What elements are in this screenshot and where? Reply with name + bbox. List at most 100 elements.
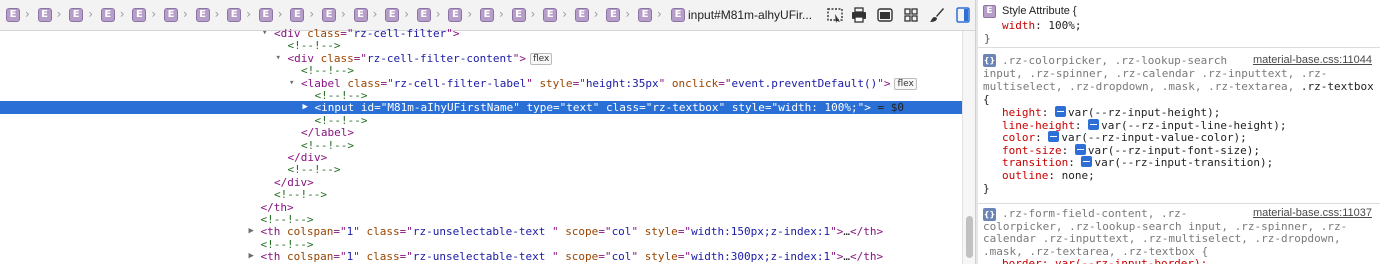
breadcrumb-separator-icon: › [277, 7, 283, 21]
breadcrumb-element-badge[interactable]: E [164, 8, 178, 22]
breadcrumb-element-badge[interactable]: E [69, 8, 84, 22]
dom-node-text: <!--!--> [301, 64, 354, 78]
source-link[interactable]: material-base.css:11044 [1253, 54, 1372, 67]
breadcrumb-element-badge[interactable]: E [511, 8, 526, 22]
prop-value[interactable]: 100%; [1048, 19, 1081, 32]
breadcrumb-element-badge[interactable]: E [132, 8, 147, 22]
breadcrumb-element-badge[interactable]: E [480, 8, 494, 22]
breadcrumb-element-badge[interactable]: E [6, 8, 20, 22]
breadcrumb-element-badge[interactable]: E [322, 8, 336, 22]
dom-node-text: <!--!--> [314, 89, 368, 102]
scrollbar-thumb[interactable] [966, 216, 973, 258]
breadcrumb-element-badge[interactable]: E [100, 8, 115, 22]
dom-node-text: <!--!--> [301, 138, 354, 152]
css-rule-1: {} material-base.css:11044 .rz-colorpick… [978, 48, 1380, 204]
brush-icon[interactable] [928, 6, 946, 24]
dom-scrollbar[interactable] [962, 31, 975, 264]
flex-badge[interactable]: flex [894, 77, 917, 90]
dom-node-text: <label class="rz-cell-filter-label" styl… [301, 77, 917, 90]
breadcrumb-element-badge[interactable]: E [574, 8, 589, 22]
rule-open-brace: { [983, 93, 990, 106]
breadcrumb-separator-icon: › [309, 7, 315, 21]
style-attribute-section: E Style Attribute { width: 100%; } [978, 0, 1380, 48]
expand-triangle-icon[interactable]: ▶ [249, 225, 254, 238]
expand-triangle-icon[interactable]: ▶ [303, 101, 308, 114]
breadcrumb-current[interactable]: input#M81m-alhyUFir... [688, 7, 812, 23]
dom-node-text: <input id="M81m-aIhyUFirstName" type="te… [314, 101, 905, 115]
css-declaration[interactable]: transition: var(--rz-input-transition); [1002, 156, 1273, 169]
breadcrumb-element-badge[interactable]: E [37, 8, 52, 22]
dom-node-text: <!--!--> [274, 188, 327, 202]
breadcrumb-separator-icon: › [467, 7, 473, 21]
sidebar-toggle-icon[interactable] [954, 6, 972, 24]
breadcrumb-separator-icon: › [183, 7, 188, 21]
rule-close-brace: } [984, 32, 991, 45]
breadcrumb-element-badge[interactable]: E [416, 8, 431, 22]
flex-badge[interactable]: flex [529, 52, 553, 65]
breadcrumb-separator-icon: › [499, 7, 504, 21]
source-link[interactable]: material-base.css:11037 [1253, 207, 1372, 220]
breadcrumb-separator-icon: › [562, 7, 567, 21]
collapse-triangle-icon[interactable]: ▾ [262, 27, 267, 40]
breadcrumb-element-badge[interactable]: E [606, 8, 621, 22]
rule-selector[interactable]: .mask, .rz-textarea, .rz-textbox { [983, 245, 1208, 258]
style-attr-declaration[interactable]: width: 100%; [1002, 19, 1082, 32]
rule-close-brace: } [983, 182, 990, 195]
expand-triangle-icon[interactable]: ▶ [249, 250, 254, 263]
breadcrumb-element-badge[interactable]: E [353, 8, 368, 22]
rule-icon: {} [983, 54, 996, 67]
rule-selector[interactable]: multiselect, .rz-dropdown, .mask, .rz-te… [983, 80, 1374, 93]
element-picker-icon[interactable] [826, 6, 844, 24]
breadcrumb-element-badge[interactable]: E [543, 8, 558, 22]
css-variable-icon[interactable] [1074, 143, 1086, 155]
rule-selector[interactable]: .rz-form-field-content, .rz- [1002, 207, 1187, 220]
css-declaration[interactable]: font-size: var(--rz-input-font-size); [1002, 143, 1260, 157]
breadcrumb-separator-icon: › [214, 7, 220, 21]
breadcrumb-separator-icon: › [372, 7, 378, 21]
breadcrumb-element-badge[interactable]: E [258, 8, 273, 22]
breadcrumb-separator-icon: › [341, 7, 346, 21]
dom-node-text: <!--!--> [287, 39, 341, 53]
breadcrumb-separator-icon: › [625, 7, 631, 21]
print-icon[interactable] [850, 6, 868, 24]
breadcrumb: input#M81m-alhyUFir... E › E › E › E › E › E › E › E › E… [0, 0, 975, 31]
dom-node-text: <div class="rz-cell-filter"> [274, 27, 460, 40]
css-declaration[interactable]: outline: none; [1002, 169, 1095, 182]
css-variable-icon[interactable] [1088, 118, 1100, 130]
breadcrumb-separator-icon: › [593, 7, 599, 21]
css-declaration[interactable]: color: var(--rz-input-value-color); [1002, 131, 1247, 144]
css-declaration[interactable]: height: var(--rz-input-height); [1002, 106, 1220, 119]
dom-node-selected[interactable]: ▶ <input id="M81m-aIhyUFirstName" type="t… [0, 101, 962, 115]
grid-icon[interactable] [902, 6, 920, 24]
breadcrumb-element-badge[interactable]: E [385, 8, 400, 22]
breadcrumb-separator-icon: › [246, 7, 251, 21]
css-variable-icon[interactable] [1081, 156, 1093, 167]
breadcrumb-element-badge[interactable]: E [638, 8, 652, 22]
breadcrumb-element-badge[interactable]: E [448, 8, 463, 22]
screen-icon[interactable] [876, 6, 894, 24]
prop-name[interactable]: width [1002, 19, 1035, 32]
css-rule-2: {} material-base.css:11037 .rz-form-fiel… [978, 204, 1380, 264]
rule-selector[interactable]: calendar .rz-inputtext, .rz-multiselect,… [983, 232, 1341, 245]
dom-node-text: </div> [274, 175, 314, 189]
rule-selector[interactable]: input, .rz-spinner, .rz-calendar .rz-inp… [983, 67, 1327, 80]
breadcrumb-element-badge[interactable]: E [227, 8, 242, 22]
breadcrumb-separator-icon: › [25, 7, 30, 21]
css-variable-icon[interactable] [1048, 131, 1060, 142]
dom-node-text: <!--!--> [287, 163, 341, 177]
rule-selector[interactable]: .rz-colorpicker, .rz-lookup-search [1002, 54, 1227, 67]
breadcrumb-element-badge[interactable]: E [671, 8, 685, 22]
rule-selector[interactable]: colorpicker, .rz-lookup-search input, .r… [983, 220, 1347, 233]
breadcrumb-element-badge[interactable]: E [290, 8, 305, 22]
dom-node-text: <!--!--> [260, 213, 314, 226]
collapse-triangle-icon[interactable]: ▾ [289, 77, 294, 90]
css-declaration[interactable]: border: var(--rz-input-border); [1002, 257, 1207, 264]
css-variable-icon[interactable] [1055, 106, 1066, 117]
dom-node-text: <th colspan="1" class="rz-unselectable-t… [260, 225, 884, 239]
collapse-triangle-icon[interactable]: ▾ [276, 52, 281, 65]
styles-panel: E Style Attribute { width: 100%; } {} ma… [978, 0, 1380, 264]
css-declaration[interactable]: line-height: var(--rz-input-line-height)… [1002, 118, 1287, 132]
breadcrumb-element-badge[interactable]: E [195, 8, 210, 22]
breadcrumb-separator-icon: › [151, 7, 157, 21]
style-attribute-title: Style Attribute { [1002, 5, 1077, 17]
